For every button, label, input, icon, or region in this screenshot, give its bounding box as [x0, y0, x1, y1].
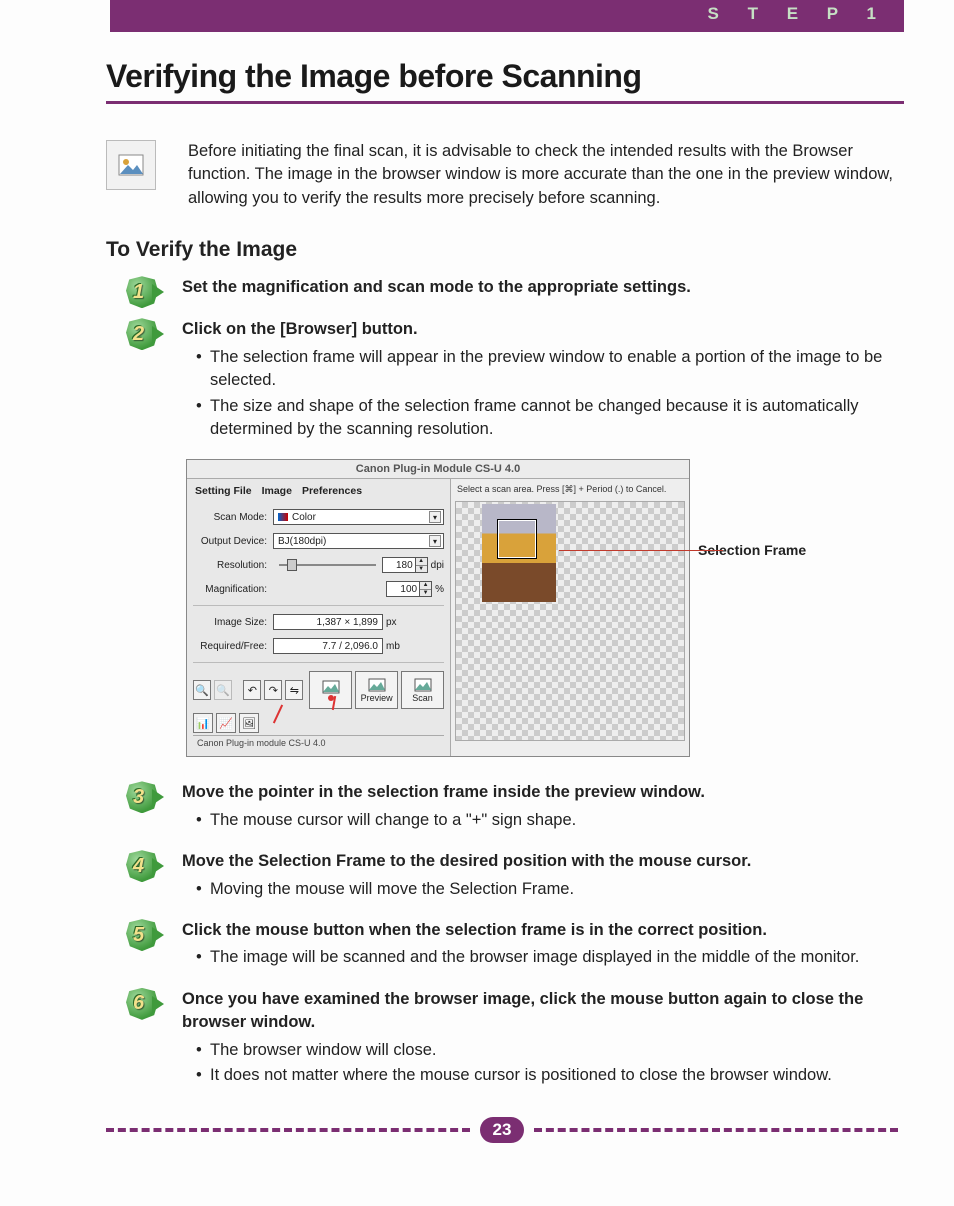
step-marker-3: 3 [126, 781, 164, 840]
step-5-title: Click the mouse button when the selectio… [182, 919, 904, 942]
step-5-bullet-1: The image will be scanned and the browse… [196, 946, 904, 969]
required-free-label: Required/Free: [193, 641, 273, 652]
rotate-right-icon[interactable]: ↷ [264, 680, 282, 700]
adjust-icon[interactable]: 🖼 [239, 713, 259, 733]
step-label: S T E P 1 [708, 4, 888, 24]
required-free-unit: mb [386, 641, 400, 652]
required-free-value: 7.7 / 2,096.0 [273, 638, 383, 654]
image-size-value: 1,387 × 1,899 [273, 614, 383, 630]
page-number: 23 [480, 1117, 524, 1143]
output-device-select[interactable]: BJ(180dpi) ▾ [273, 533, 444, 549]
step-marker-2: 2 [126, 318, 164, 449]
step-3-bullet-1: The mouse cursor will change to a "+" si… [196, 809, 904, 832]
window-title: Canon Plug-in Module CS-U 4.0 [187, 460, 689, 479]
prompt-text: Select a scan area. Press [⌘] + Period (… [455, 483, 685, 501]
step-2-title: Click on the [Browser] button. [182, 318, 904, 341]
step-1-title: Set the magnification and scan mode to t… [182, 276, 904, 299]
resolution-label: Resolution: [193, 560, 273, 571]
step-marker-1: 1 [126, 276, 164, 308]
page-footer: 23 [106, 1118, 898, 1142]
output-device-label: Output Device: [193, 536, 273, 547]
magnification-label: Magnification: [193, 584, 273, 595]
resolution-input[interactable]: 180 [382, 557, 416, 573]
magnification-input[interactable]: 100 [386, 581, 420, 597]
scan-mode-label: Scan Mode: [193, 512, 273, 523]
flip-icon[interactable]: ⇋ [285, 680, 303, 700]
title-underline [106, 101, 904, 104]
scan-mode-select[interactable]: Color ▾ [273, 509, 444, 525]
zoom-out-icon[interactable]: 🔍 [214, 680, 232, 700]
step-marker-5: 5 [126, 919, 164, 978]
step-marker-4: 4 [126, 850, 164, 909]
resolution-slider[interactable] [279, 564, 376, 566]
section-heading: To Verify the Image [106, 238, 904, 262]
intro-text: Before initiating the final scan, it is … [188, 140, 904, 210]
menu-image[interactable]: Image [262, 485, 292, 497]
page-title: Verifying the Image before Scanning [106, 58, 904, 95]
image-size-label: Image Size: [193, 617, 273, 628]
callout-line [559, 550, 723, 551]
step-4-title: Move the Selection Frame to the desired … [182, 850, 904, 873]
resolution-stepper[interactable]: ▲▼ [416, 557, 428, 573]
preview-button[interactable]: Preview [355, 671, 398, 709]
step-6-bullet-1: The browser window will close. [196, 1039, 904, 1062]
image-size-unit: px [386, 617, 397, 628]
menu-setting-file[interactable]: Setting File [195, 485, 252, 497]
browser-button[interactable] [309, 671, 352, 709]
step-3-title: Move the pointer in the selection frame … [182, 781, 904, 804]
histogram-icon[interactable]: 📊 [193, 713, 213, 733]
scan-button[interactable]: Scan [401, 671, 444, 709]
rotate-left-icon[interactable]: ↶ [243, 680, 261, 700]
resolution-unit: dpi [431, 560, 444, 571]
header-band: S T E P 1 [110, 0, 904, 32]
step-6-bullet-2: It does not matter where the mouse curso… [196, 1064, 904, 1087]
step-2-bullet-2: The size and shape of the selection fram… [196, 395, 904, 442]
menu-preferences[interactable]: Preferences [302, 485, 362, 497]
magnification-unit: % [435, 584, 444, 595]
curves-icon[interactable]: 📈 [216, 713, 236, 733]
step-6-title: Once you have examined the browser image… [182, 988, 904, 1035]
step-2-bullet-1: The selection frame will appear in the p… [196, 346, 904, 393]
selection-frame[interactable] [498, 520, 536, 558]
magnification-stepper[interactable]: ▲▼ [420, 581, 432, 597]
step-4-bullet-1: Moving the mouse will move the Selection… [196, 878, 904, 901]
zoom-in-icon[interactable]: 🔍 [193, 680, 211, 700]
image-icon [106, 140, 156, 190]
step-marker-6: 6 [126, 988, 164, 1096]
plugin-screenshot: Canon Plug-in Module CS-U 4.0 Setting Fi… [186, 459, 690, 757]
status-bar: Canon Plug-in module CS-U 4.0 [193, 735, 444, 750]
preview-area[interactable] [455, 501, 685, 741]
